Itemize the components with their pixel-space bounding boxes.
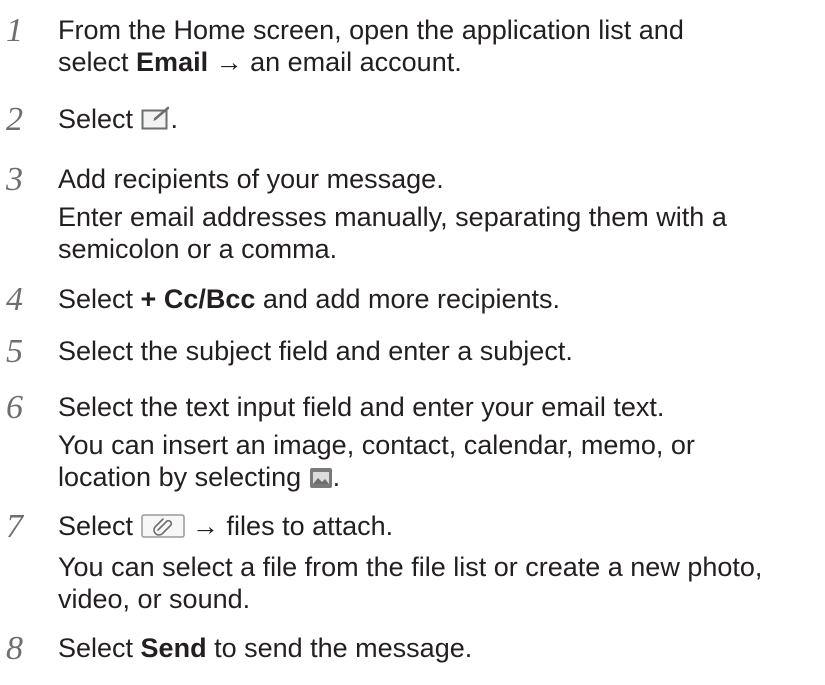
- step-text: You can insert an image, contact, calend…: [58, 430, 695, 460]
- step-text: Add recipients of your message.: [58, 164, 444, 194]
- step-text: video, or sound.: [58, 584, 251, 614]
- image-icon: [309, 464, 333, 496]
- compose-icon: [141, 105, 171, 138]
- step-text: From the Home screen, open the applicati…: [58, 15, 684, 45]
- step-text: location by selecting .: [58, 461, 818, 496]
- step-text: select Email → an email account.: [58, 47, 462, 77]
- step-number: 3: [6, 161, 23, 198]
- attach-icon: [140, 513, 185, 545]
- step-text: semicolon or a comma.: [58, 234, 338, 264]
- step-number: 5: [6, 333, 23, 370]
- step-number: 6: [6, 389, 23, 426]
- step-number: 1: [6, 12, 23, 49]
- step-text: Select the text input field and enter yo…: [58, 392, 665, 422]
- step-number: 7: [6, 508, 23, 545]
- step-number: 4: [6, 281, 23, 318]
- step-text: You can select a file from the file list…: [58, 552, 763, 582]
- step-number: 2: [6, 101, 23, 138]
- step-text: Select Send to send the message.: [58, 633, 473, 663]
- cc-bcc-label: + Cc/Bcc: [140, 284, 256, 314]
- step-text: Select .: [58, 103, 818, 138]
- step-number: 8: [6, 630, 23, 667]
- step-text: Select → files to attach.: [58, 510, 818, 545]
- send-label: Send: [140, 633, 207, 663]
- step-text: Select + Cc/Bcc and add more recipients.: [58, 284, 561, 314]
- step-text: Enter email addresses manually, separati…: [58, 202, 727, 232]
- email-label: Email: [136, 47, 209, 77]
- step-text: Select the subject field and enter a sub…: [58, 336, 573, 366]
